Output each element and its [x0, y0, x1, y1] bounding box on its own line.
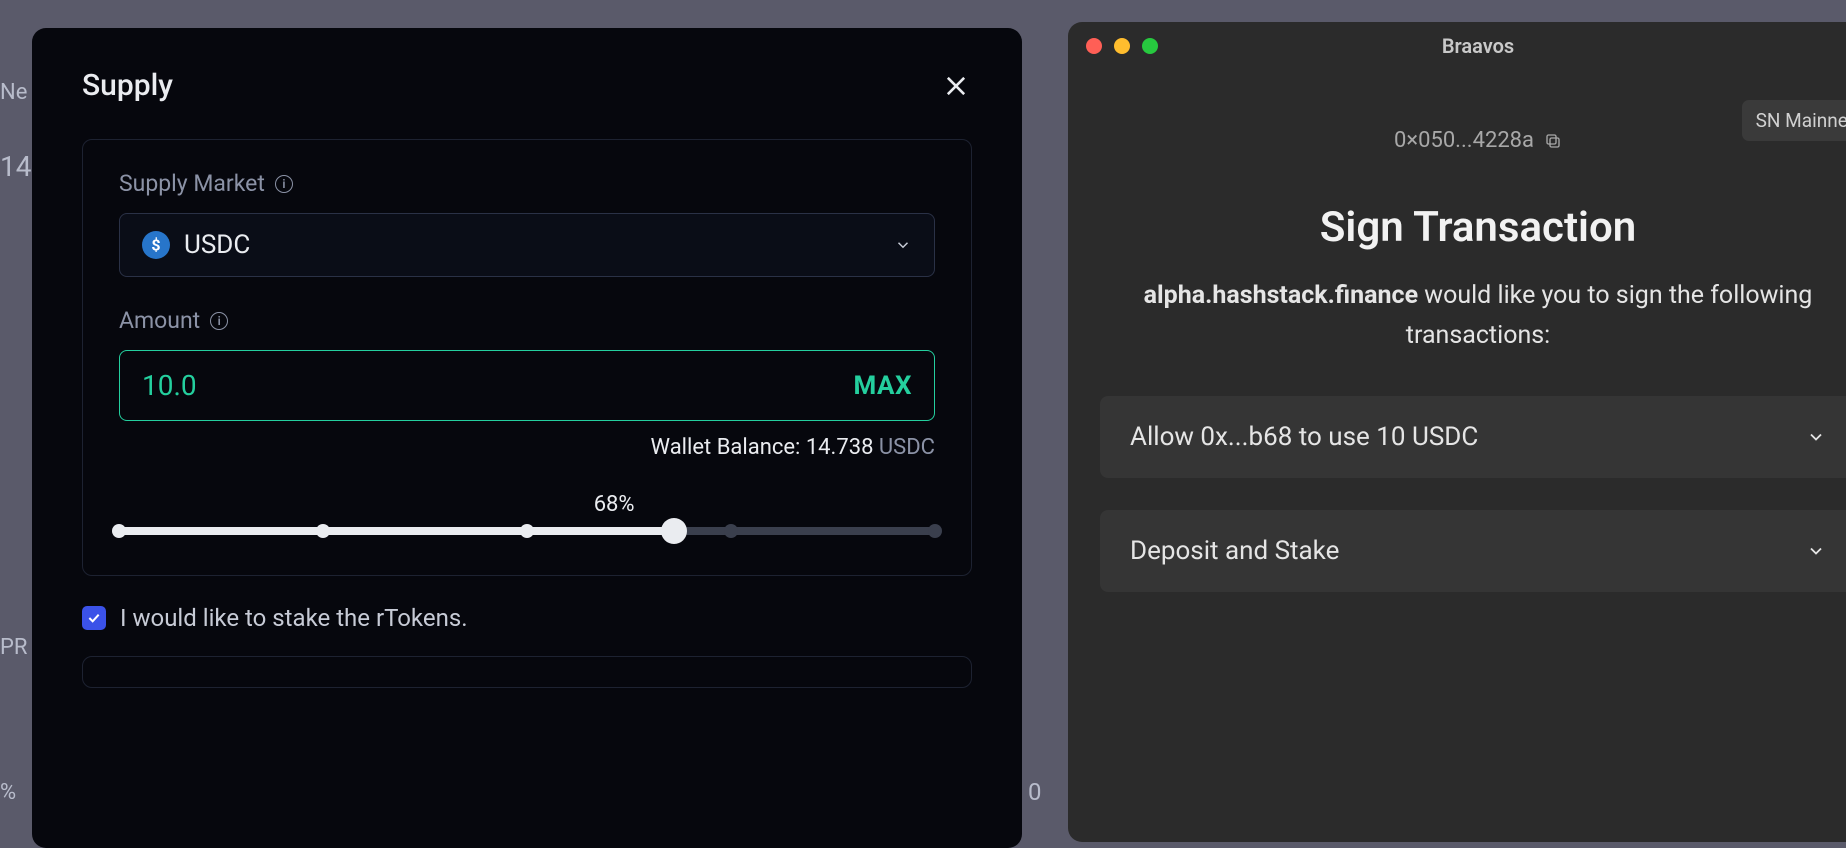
stake-checkbox[interactable] [82, 606, 106, 630]
bg-text: PR [0, 635, 27, 660]
transaction-label: Deposit and Stake [1130, 536, 1339, 566]
supply-header: Supply [82, 68, 972, 103]
bg-text: % [0, 780, 16, 805]
check-icon [86, 610, 102, 626]
stake-row: I would like to stake the rTokens. [82, 604, 972, 632]
slider-tick [520, 524, 534, 538]
chevron-down-icon [894, 236, 912, 254]
balance-label: Wallet Balance: [651, 435, 806, 460]
max-button[interactable]: MAX [854, 371, 912, 401]
market-label-row: Supply Market i [119, 170, 935, 197]
next-section [82, 656, 972, 688]
market-select[interactable]: USDC [119, 213, 935, 277]
info-icon[interactable]: i [275, 175, 293, 193]
sign-transaction-subtitle: alpha.hashstack.finance would like you t… [1068, 276, 1846, 356]
amount-input-box: 10.0 MAX [119, 350, 935, 421]
usdc-icon [142, 231, 170, 259]
slider-tick [724, 524, 738, 538]
bg-text: 0 [1028, 778, 1042, 806]
market-selected-value: USDC [184, 230, 250, 260]
slider-track [119, 527, 935, 535]
supply-title: Supply [82, 68, 173, 103]
balance-token: USDC [879, 435, 935, 460]
slider-tick [928, 524, 942, 538]
close-button[interactable] [940, 70, 972, 102]
wallet-address-row: 0×050...4228a [1068, 128, 1846, 153]
wallet-balance-row: Wallet Balance: 14.738 USDC [119, 435, 935, 460]
bg-text: 14 [0, 150, 31, 183]
slider-percent-label: 68% [584, 492, 644, 517]
info-icon[interactable]: i [210, 312, 228, 330]
bg-text: Ne [0, 80, 27, 105]
slider-tick [316, 524, 330, 538]
slider-thumb[interactable] [661, 518, 687, 544]
stake-label: I would like to stake the rTokens. [120, 604, 468, 632]
slider-tick [112, 524, 126, 538]
traffic-light-maximize[interactable] [1142, 38, 1158, 54]
transaction-list: Allow 0x...b68 to use 10 USDC Deposit an… [1068, 396, 1846, 592]
balance-value: 14.738 [806, 435, 879, 460]
supply-modal: Supply Supply Market i USDC Amount i [32, 28, 1022, 848]
wallet-address: 0×050...4228a [1394, 128, 1534, 153]
network-badge[interactable]: SN Mainnet [1742, 100, 1846, 141]
traffic-lights [1086, 38, 1158, 54]
wallet-titlebar: Braavos [1068, 22, 1846, 70]
amount-label: Amount [119, 307, 200, 334]
chevron-down-icon [1806, 541, 1826, 561]
wallet-window: Braavos SN Mainnet 0×050...4228a Sign Tr… [1068, 22, 1846, 842]
wallet-subheader: SN Mainnet 0×050...4228a [1068, 70, 1846, 203]
close-icon [942, 72, 970, 100]
transaction-item[interactable]: Allow 0x...b68 to use 10 USDC [1100, 396, 1846, 478]
copy-icon[interactable] [1544, 132, 1562, 150]
chevron-down-icon [1806, 427, 1826, 447]
transaction-item[interactable]: Deposit and Stake [1100, 510, 1846, 592]
market-label: Supply Market [119, 170, 265, 197]
traffic-light-close[interactable] [1086, 38, 1102, 54]
subtitle-suffix: would like you to sign the following tra… [1406, 281, 1813, 350]
sign-transaction-title: Sign Transaction [1068, 203, 1846, 252]
market-select-left: USDC [142, 230, 250, 260]
requesting-domain: alpha.hashstack.finance [1144, 281, 1418, 310]
amount-input[interactable]: 10.0 [142, 369, 197, 402]
wallet-title: Braavos [1442, 34, 1514, 58]
slider-fill [119, 527, 674, 535]
supply-form-section: Supply Market i USDC Amount i 10.0 MAX W… [82, 139, 972, 576]
amount-label-row: Amount i [119, 307, 935, 334]
traffic-light-minimize[interactable] [1114, 38, 1130, 54]
percentage-slider[interactable]: 68% [119, 492, 935, 535]
transaction-label: Allow 0x...b68 to use 10 USDC [1130, 422, 1478, 452]
